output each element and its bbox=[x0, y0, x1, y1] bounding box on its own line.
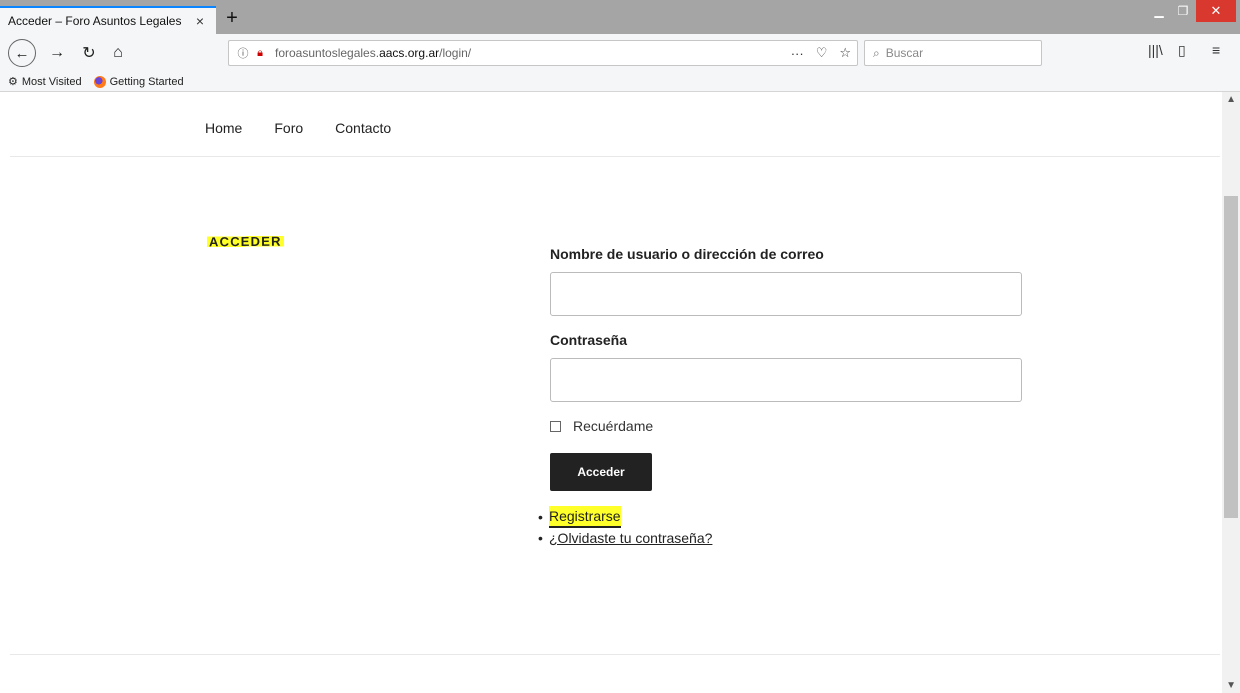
scroll-thumb[interactable] bbox=[1224, 196, 1238, 518]
tab-title: Acceder – Foro Asuntos Legales bbox=[8, 14, 182, 28]
firefox-icon bbox=[93, 75, 106, 88]
list-item: • Registrarse bbox=[538, 506, 712, 528]
page-viewport: Home Foro Contacto ACCEDER Nombre de usu… bbox=[0, 92, 1240, 693]
page-actions-icon[interactable]: ··· bbox=[791, 46, 804, 61]
pocket-icon[interactable]: ♡ bbox=[816, 45, 828, 61]
window-close-button[interactable]: ✕ bbox=[1196, 0, 1236, 22]
password-label: Contraseña bbox=[550, 332, 628, 348]
search-input[interactable]: ⌕ Buscar bbox=[864, 40, 1042, 66]
forgot-password-link[interactable]: ¿Olvidaste tu contraseña? bbox=[549, 528, 712, 548]
insecure-lock-icon[interactable]: 🔒︎ bbox=[251, 47, 269, 60]
url-text: foroasuntoslegales.aacs.org.ar/login/ bbox=[275, 46, 472, 60]
site-info-icon[interactable]: ⓘ bbox=[235, 45, 251, 61]
library-icon[interactable]: |||\ bbox=[1148, 42, 1163, 58]
bookmark-star-icon[interactable]: ☆ bbox=[839, 45, 851, 61]
bookmark-getting-started[interactable]: Getting Started bbox=[93, 75, 184, 88]
footer-divider bbox=[10, 654, 1220, 655]
active-tab[interactable]: Acceder – Foro Asuntos Legales × bbox=[0, 6, 216, 34]
vertical-scrollbar[interactable]: ▲ ▼ bbox=[1222, 92, 1240, 693]
username-label: Nombre de usuario o dirección de correo bbox=[550, 246, 824, 262]
menu-icon[interactable]: ≡ bbox=[1212, 42, 1220, 58]
bookmark-most-visited[interactable]: ⚙ Most Visited bbox=[8, 75, 82, 89]
nav-home-link[interactable]: Home bbox=[205, 120, 242, 136]
address-bar[interactable]: ⓘ 🔒︎ foroasuntoslegales.aacs.org.ar/logi… bbox=[228, 40, 858, 66]
maximize-button[interactable]: ❐ bbox=[1172, 0, 1194, 22]
header-divider bbox=[10, 156, 1220, 157]
gear-icon: ⚙ bbox=[8, 76, 18, 88]
login-button[interactable]: Acceder bbox=[550, 453, 652, 491]
site-navigation: Home Foro Contacto bbox=[205, 120, 391, 136]
nav-contacto-link[interactable]: Contacto bbox=[335, 120, 391, 136]
register-link[interactable]: Registrarse bbox=[549, 506, 621, 528]
scroll-down-icon[interactable]: ▼ bbox=[1226, 680, 1236, 691]
tab-close-button[interactable]: × bbox=[192, 13, 208, 29]
bookmarks-toolbar: ⚙ Most Visited Getting Started bbox=[0, 72, 1240, 92]
scroll-up-icon[interactable]: ▲ bbox=[1226, 94, 1236, 105]
search-icon: ⌕ bbox=[873, 45, 880, 60]
forward-icon[interactable]: → bbox=[44, 40, 70, 66]
username-field[interactable] bbox=[550, 272, 1022, 316]
sidebar-icon[interactable]: ▯ bbox=[1178, 42, 1186, 59]
reload-icon[interactable]: ↻ bbox=[76, 40, 102, 66]
back-icon[interactable]: ← bbox=[8, 39, 36, 67]
home-icon[interactable]: ⌂ bbox=[105, 40, 131, 66]
page-title: ACCEDER bbox=[206, 233, 284, 250]
login-links: • Registrarse • ¿Olvidaste tu contraseña… bbox=[538, 506, 712, 548]
nav-foro-link[interactable]: Foro bbox=[274, 120, 303, 136]
search-placeholder: Buscar bbox=[885, 46, 924, 60]
remember-checkbox[interactable] bbox=[550, 420, 561, 432]
remember-label: Recuérdame bbox=[573, 418, 654, 434]
tab-bar: Acceder – Foro Asuntos Legales × + ▁ ❐ ✕ bbox=[0, 0, 1240, 34]
bullet: • bbox=[538, 530, 543, 546]
password-field[interactable] bbox=[550, 358, 1022, 402]
minimize-button[interactable]: ▁ bbox=[1148, 0, 1170, 22]
remember-me[interactable]: Recuérdame bbox=[550, 418, 653, 434]
bullet: • bbox=[538, 509, 543, 525]
new-tab-button[interactable]: + bbox=[220, 6, 244, 30]
list-item: • ¿Olvidaste tu contraseña? bbox=[538, 528, 712, 548]
navigation-toolbar: ← → ↻ ⌂ ⓘ 🔒︎ foroasuntoslegales.aacs.org… bbox=[0, 34, 1240, 72]
